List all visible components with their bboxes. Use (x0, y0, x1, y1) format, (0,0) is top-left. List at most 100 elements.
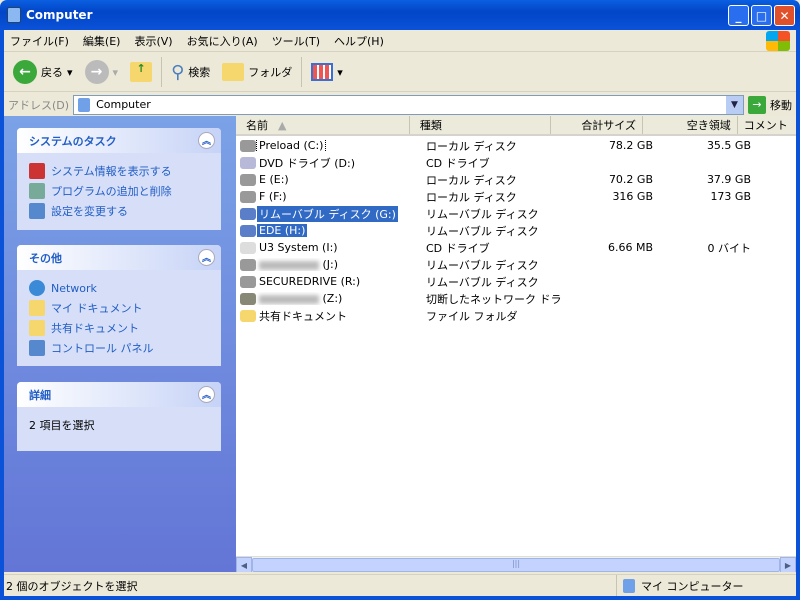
address-dropdown-button[interactable]: ▼ (726, 95, 743, 114)
close-button[interactable]: ✕ (774, 5, 795, 26)
place-label: マイ ドキュメント (51, 302, 143, 315)
table-row[interactable]: Preload (C:) ローカル ディスク 78.2 GB 35.5 GB (236, 137, 796, 154)
table-row[interactable]: (J:) リムーバブル ディスク (236, 256, 796, 273)
maximize-button[interactable]: □ (751, 5, 772, 26)
address-bar: アドレス(D) Computer ▼ → 移動 (4, 93, 796, 116)
table-row[interactable]: リムーバブル ディスク (G:) リムーバブル ディスク (236, 205, 796, 222)
search-button[interactable]: ⚲ 検索 (168, 60, 213, 85)
computer-icon (623, 578, 635, 593)
table-row[interactable]: SECUREDRIVE (R:) リムーバブル ディスク (236, 273, 796, 290)
dropdown-arrow-icon: ▾ (337, 65, 343, 79)
toolbar-separator (161, 57, 163, 87)
dropdown-arrow-icon[interactable]: ▾ (67, 66, 73, 79)
menu-view[interactable]: 表示(V) (134, 33, 172, 49)
panel-title: その他 (29, 251, 62, 265)
collapse-chevron-icon[interactable]: ︽ (198, 249, 215, 266)
table-row[interactable]: (Z:) 切断したネットワーク ドライブ (236, 290, 796, 307)
name-cell: Preload (C:) (236, 139, 416, 152)
free-space-cell: 173 GB (710, 190, 751, 203)
up-folder-button[interactable]: ↑ (127, 60, 155, 84)
folder-icon (29, 300, 45, 316)
dropdown-arrow-icon: ▾ (112, 65, 119, 79)
type-cell: リムーバブル ディスク (426, 258, 539, 272)
search-label: 検索 (188, 66, 211, 79)
control-panel-icon (29, 340, 45, 356)
table-row[interactable]: 共有ドキュメント ファイル フォルダ (236, 307, 796, 324)
minimize-button[interactable]: _ (728, 5, 749, 26)
type-cell: ローカル ディスク (426, 173, 517, 187)
collapse-chevron-icon[interactable]: ︽ (198, 132, 215, 149)
column-total-size[interactable]: 合計サイズ (551, 116, 643, 134)
address-input[interactable]: Computer ▼ (73, 94, 744, 115)
place-label: 共有ドキュメント (51, 322, 139, 335)
menu-file[interactable]: ファイル(F) (10, 33, 69, 49)
column-headers: 名前 ▲ 種類 合計サイズ 空き領域 コメント (236, 116, 796, 136)
folders-button[interactable]: フォルダ (219, 61, 295, 83)
table-row[interactable]: EDE (H:) リムーバブル ディスク (236, 222, 796, 239)
table-row[interactable]: DVD ドライブ (D:) CD ドライブ (236, 154, 796, 171)
item-name: 共有ドキュメント (257, 308, 349, 324)
redacted-text (259, 294, 319, 304)
menu-favorites[interactable]: お気に入り(A) (187, 33, 258, 49)
collapse-chevron-icon[interactable]: ︽ (198, 386, 215, 403)
system-tasks-panel: システムのタスク ︽ システム情報を表示する プログラムの追加と削除 設定を変更す… (17, 128, 221, 230)
title-bar: Computer _ □ ✕ (0, 0, 800, 30)
network-icon (29, 280, 45, 296)
column-type[interactable]: 種類 (410, 116, 552, 134)
table-row[interactable]: F (F:) ローカル ディスク 316 GB 173 GB (236, 188, 796, 205)
place-network[interactable]: Network (29, 278, 211, 298)
total-size-cell: 6.66 MB (607, 241, 653, 254)
folders-label: フォルダ (248, 66, 293, 79)
folder-icon (222, 63, 245, 81)
column-label: 名前 (246, 119, 268, 132)
go-label: 移動 (770, 98, 792, 112)
details-text: 2 項目を選択 (29, 419, 95, 432)
views-button[interactable]: ▾ (308, 61, 346, 83)
scroll-left-button[interactable]: ◀ (236, 557, 252, 572)
drive-icon (240, 156, 256, 169)
file-list: 名前 ▲ 種類 合計サイズ 空き領域 コメント Preload (C:) ローカル… (236, 116, 796, 572)
item-name: リムーバブル ディスク (G:) (257, 205, 398, 222)
go-arrow-icon: → (748, 95, 766, 114)
folder-icon (29, 320, 45, 336)
control-panel-icon (29, 203, 45, 219)
column-comment[interactable]: コメント (738, 116, 796, 134)
name-cell: (J:) (236, 258, 416, 271)
drive-icon (240, 207, 256, 220)
table-row[interactable]: U3 System (I:) CD ドライブ 6.66 MB 0 バイト (236, 239, 796, 256)
go-button[interactable]: → 移動 (748, 95, 796, 114)
type-cell: 切断したネットワーク ドライブ (426, 292, 562, 306)
menu-tools[interactable]: ツール(T) (272, 33, 320, 49)
status-location: マイ コンピューター (616, 575, 796, 596)
free-space-cell: 35.5 GB (706, 139, 751, 152)
column-label: 種類 (419, 119, 442, 132)
sort-ascending-icon: ▲ (278, 118, 287, 132)
item-name-text: リムーバブル ディスク (G:) (259, 207, 396, 221)
task-view-system-info[interactable]: システム情報を表示する (29, 161, 211, 181)
menu-edit[interactable]: 編集(E) (83, 33, 121, 49)
task-add-remove-programs[interactable]: プログラムの追加と削除 (29, 181, 211, 201)
horizontal-scrollbar[interactable]: ◀ ||| ▶ (236, 556, 796, 572)
place-shared-documents[interactable]: 共有ドキュメント (29, 318, 211, 338)
scrollbar-thumb[interactable]: ||| (252, 558, 780, 572)
item-name-text: DVD ドライブ (D:) (259, 156, 356, 170)
table-row[interactable]: E (E:) ローカル ディスク 70.2 GB 37.9 GB (236, 171, 796, 188)
back-button[interactable]: ← 戻る ▾ (10, 58, 76, 86)
forward-button[interactable]: → ▾ (82, 58, 122, 86)
column-label: コメント (743, 119, 788, 132)
name-cell: EDE (H:) (236, 224, 416, 237)
task-change-setting[interactable]: 設定を変更する (29, 201, 211, 221)
computer-icon (7, 7, 21, 23)
type-cell: ローカル ディスク (426, 139, 517, 153)
drive-icon (240, 190, 256, 203)
name-cell: E (E:) (236, 173, 416, 186)
scroll-right-button[interactable]: ▶ (780, 557, 796, 572)
place-control-panel[interactable]: コントロール パネル (29, 338, 211, 358)
column-name[interactable]: 名前 ▲ (236, 116, 410, 134)
computer-icon (78, 97, 91, 112)
system-info-icon (29, 163, 45, 179)
status-selection-text: 2 個のオブジェクトを選択 (6, 579, 138, 593)
place-my-documents[interactable]: マイ ドキュメント (29, 298, 211, 318)
column-free-space[interactable]: 空き領域 (643, 116, 738, 134)
menu-help[interactable]: ヘルプ(H) (334, 33, 384, 49)
